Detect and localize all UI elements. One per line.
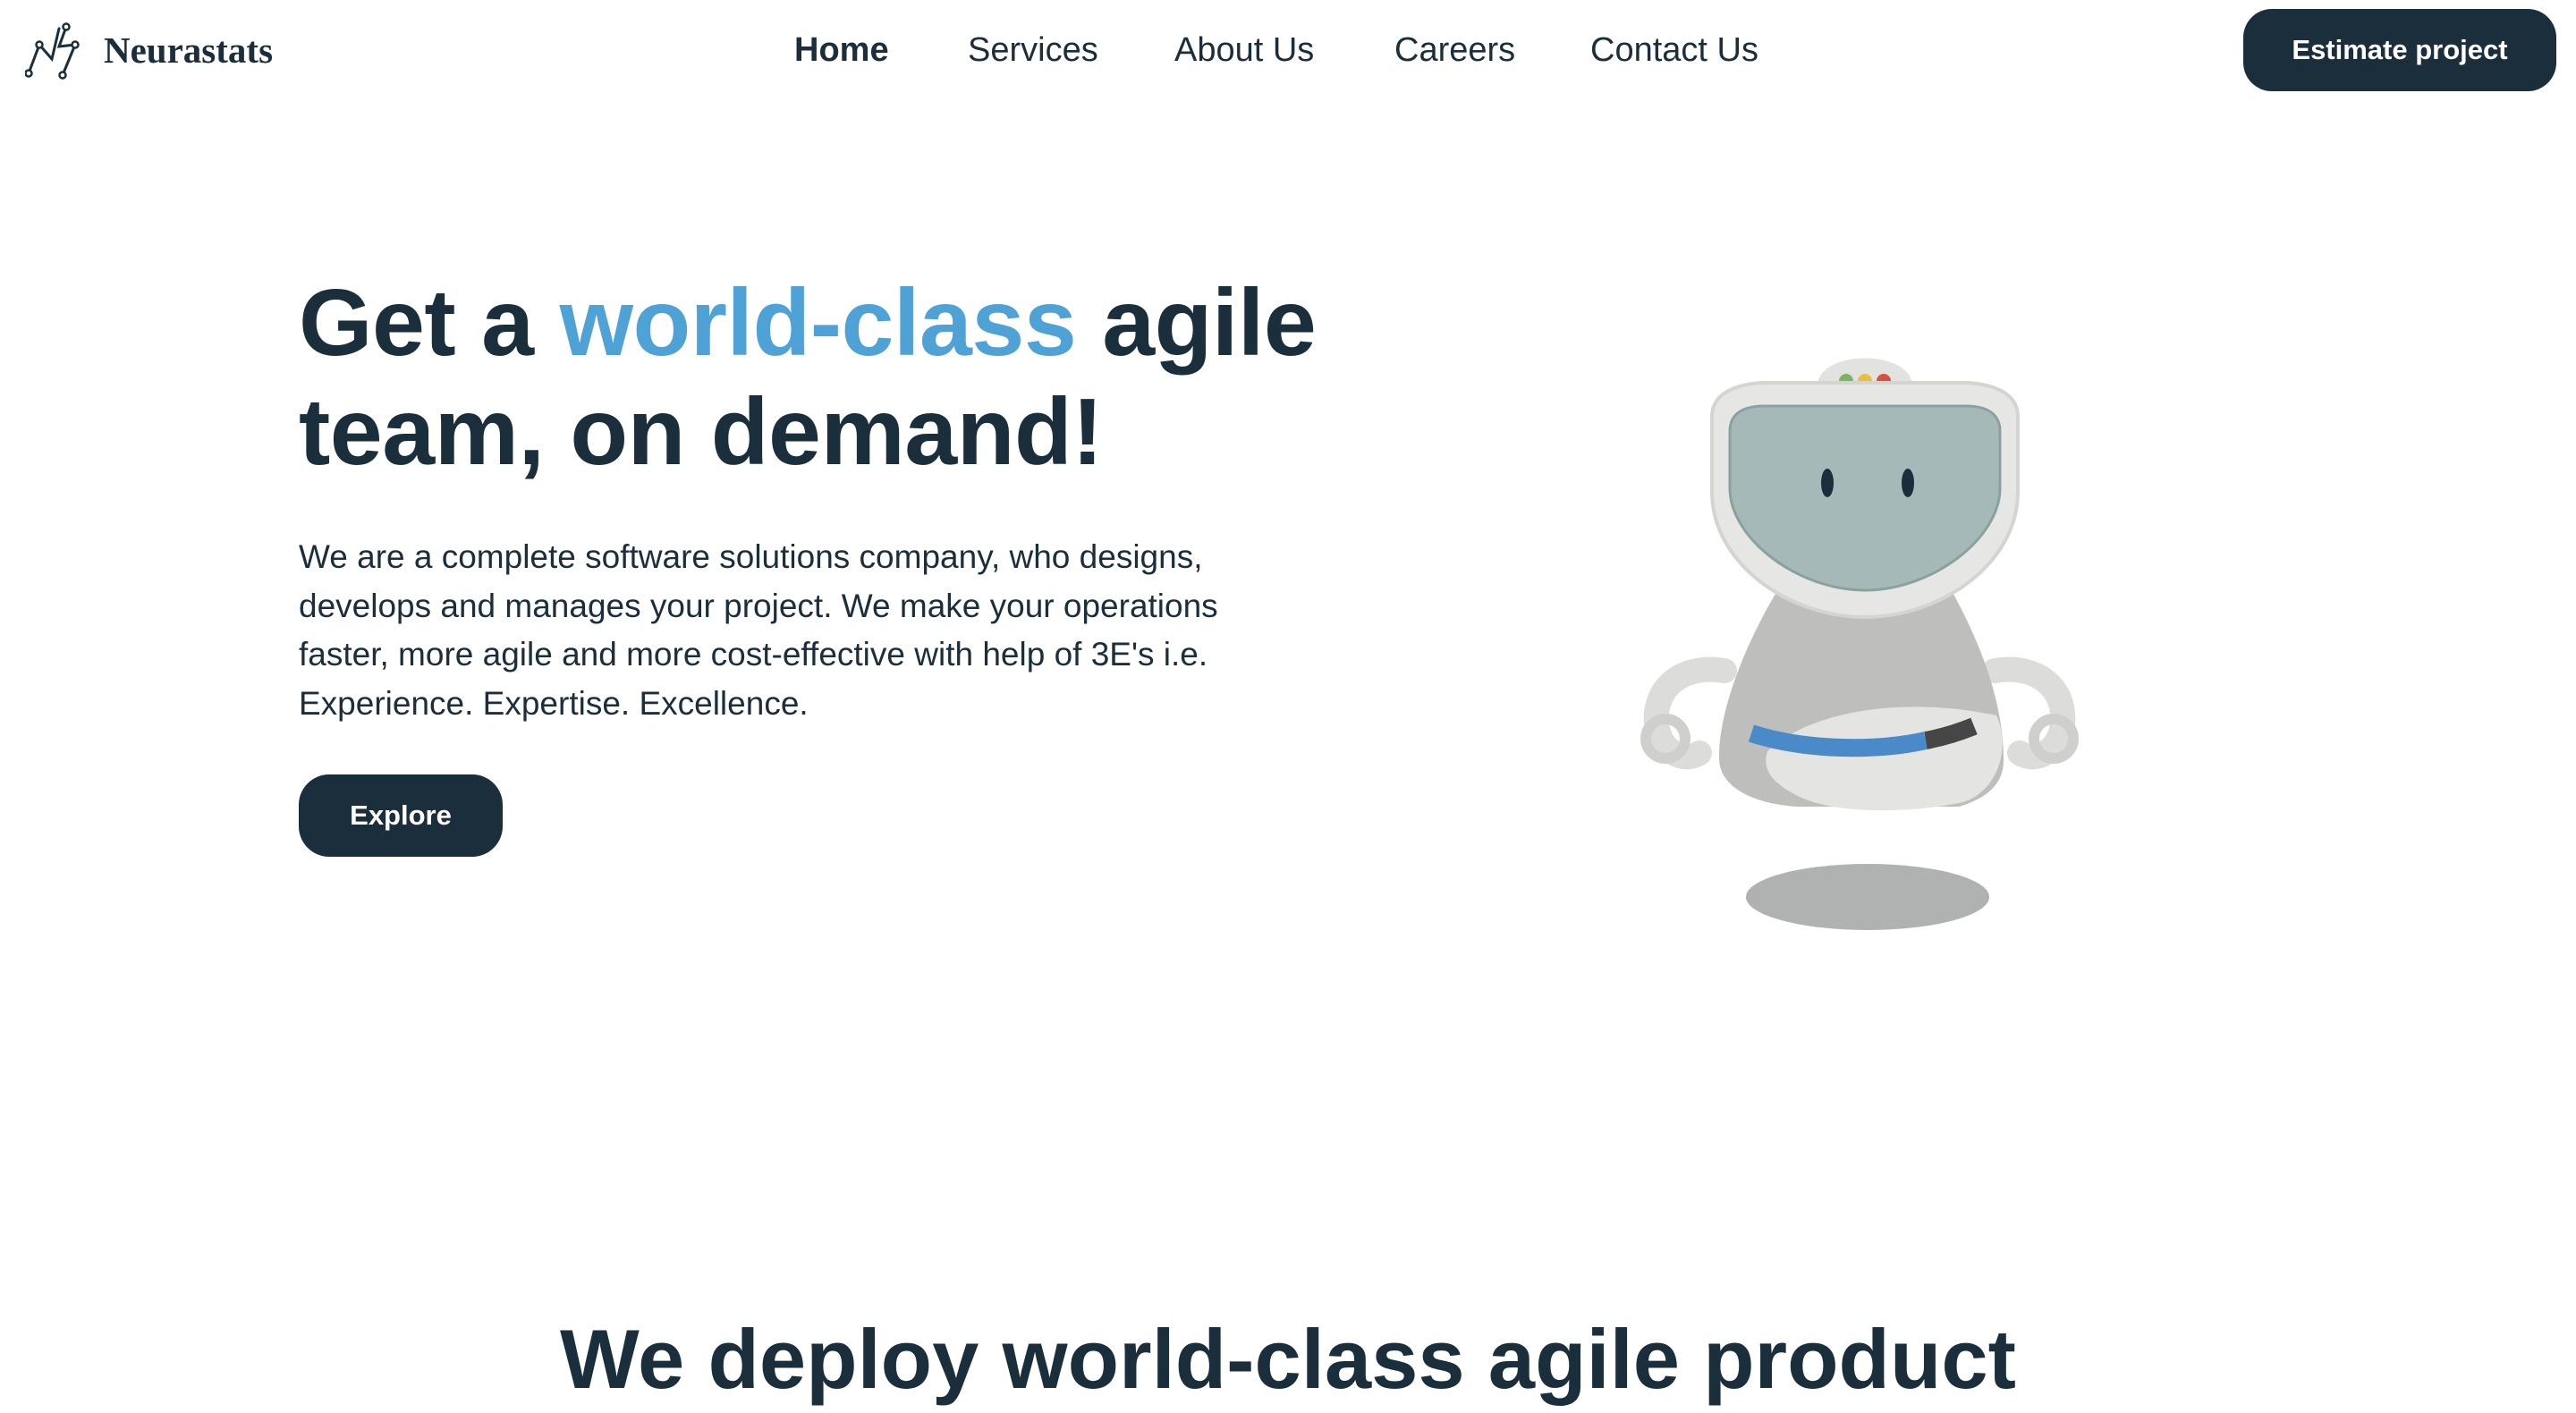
main-nav: Home Services About Us Careers Contact U… [0,25,2576,75]
robot-right-eye [1902,469,1914,497]
nav-item-about-us[interactable]: About Us [1174,25,1314,75]
explore-button[interactable]: Explore [299,774,503,857]
robot-illustration [1640,358,2079,930]
robot-left-arm [1643,656,1737,770]
nav-item-home[interactable]: Home [794,25,889,75]
robot-shadow [1746,864,1989,930]
hero-title-accent: world-class [559,270,1077,376]
nav-item-services[interactable]: Services [968,25,1098,75]
hero-title: Get a world-class agile team, on demand! [299,268,1372,487]
robot-left-eye [1821,469,1834,497]
nav-item-careers[interactable]: Careers [1394,25,1515,75]
estimate-project-button[interactable]: Estimate project [2243,9,2556,91]
hero-title-part1: Get a [299,270,560,376]
site-header: Neurastats Home Services About Us Career… [0,0,2576,98]
robot-right-arm [1982,656,2076,770]
nav-item-contact-us[interactable]: Contact Us [1590,25,1758,75]
section-title: We deploy world-class agile product [560,1312,2016,1406]
hero-description: We are a complete software solutions com… [299,538,1218,722]
